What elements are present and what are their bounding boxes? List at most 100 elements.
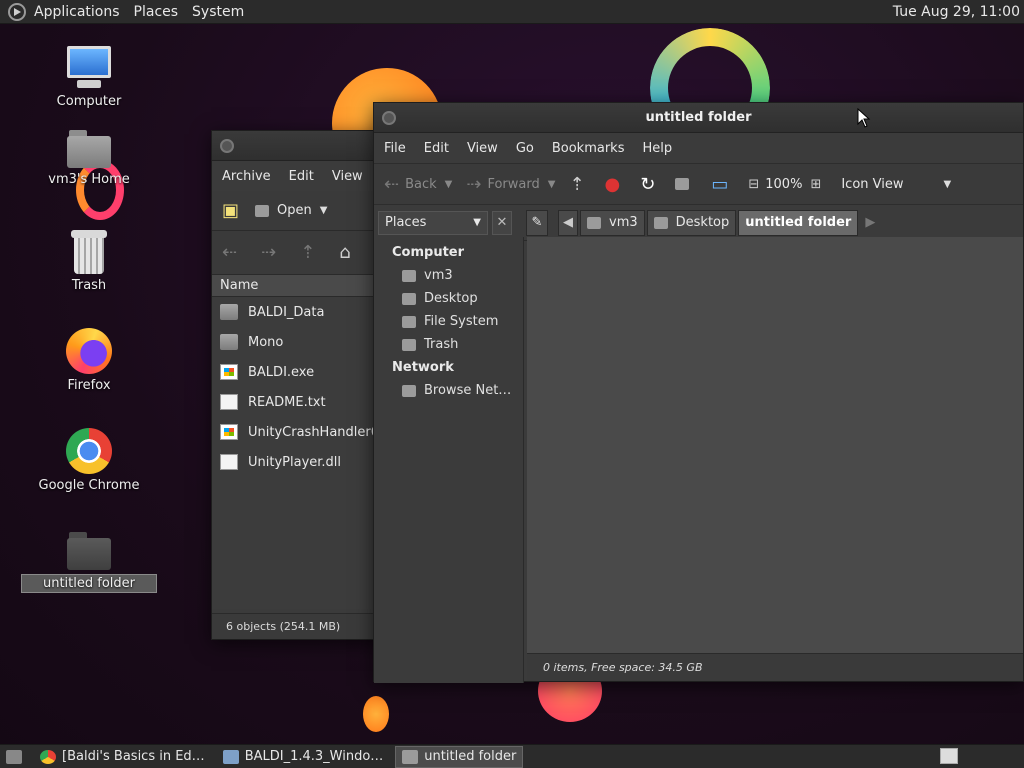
- home-folder-icon: [587, 216, 601, 229]
- chevron-down-icon[interactable]: ▼: [944, 179, 952, 190]
- file-manager-menubar: File Edit View Go Bookmarks Help: [374, 133, 1023, 163]
- sidebar-item-browse-network[interactable]: Browse Net…: [374, 379, 523, 402]
- file-name: UnityPlayer.dll: [248, 454, 342, 470]
- back-button[interactable]: ⇠ Back ▼: [384, 174, 452, 195]
- executable-icon: [220, 364, 238, 380]
- file-name: README.txt: [248, 394, 326, 410]
- desktop-icon-untitled-folder[interactable]: untitled folder: [21, 532, 157, 593]
- sidebar-item-label: Trash: [424, 337, 459, 352]
- sidebar-item-trash[interactable]: Trash: [374, 333, 523, 356]
- sidebar-item-vm3[interactable]: vm3: [374, 264, 523, 287]
- open-label: Open: [277, 203, 312, 218]
- trash-icon: [71, 230, 107, 274]
- up-icon[interactable]: ⇡: [300, 242, 315, 263]
- menu-view[interactable]: View: [467, 141, 498, 156]
- show-desktop-button[interactable]: [0, 746, 34, 768]
- home-icon[interactable]: ⌂: [339, 242, 350, 263]
- folder-content-area[interactable]: [527, 237, 1023, 655]
- computer-icon: [65, 46, 113, 90]
- close-sidebar-icon[interactable]: ✕: [492, 210, 512, 235]
- folder-icon: [402, 749, 419, 764]
- taskbar-item-label: [Baldi's Basics in Ed…: [62, 749, 205, 764]
- archive-icon: [222, 749, 239, 764]
- desktop-icon-firefox[interactable]: Firefox: [24, 328, 154, 393]
- breadcrumb-label: Desktop: [675, 215, 730, 230]
- taskbar-item-chrome[interactable]: [Baldi's Basics in Ed…: [34, 746, 211, 768]
- back-icon[interactable]: ⇠: [222, 242, 237, 263]
- desktop-folder-icon: [402, 292, 416, 305]
- breadcrumb-untitled-folder[interactable]: untitled folder: [738, 209, 859, 236]
- zoom-in-icon[interactable]: ⊞: [810, 177, 821, 192]
- desktop-icon-label: Computer: [56, 94, 122, 109]
- desktop-icon-chrome[interactable]: Google Chrome: [24, 428, 154, 493]
- taskbar-item-archive[interactable]: BALDI_1.4.3_Windo…: [217, 746, 390, 768]
- breadcrumb-label: untitled folder: [745, 215, 852, 230]
- desktop-icon-home[interactable]: vm3's Home: [24, 130, 154, 187]
- sidebar-item-label: File System: [424, 314, 499, 329]
- menu-view[interactable]: View: [332, 169, 363, 184]
- desktop-icon-computer[interactable]: Computer: [24, 46, 154, 109]
- zoom-control[interactable]: ⊟ 100% ⊞: [748, 177, 827, 192]
- breadcrumb-right-icon[interactable]: ▶: [860, 210, 880, 236]
- breadcrumb-left-icon[interactable]: ◀: [558, 209, 578, 236]
- sidebar-item-label: vm3: [424, 268, 453, 283]
- menu-help[interactable]: Help: [642, 141, 672, 156]
- menu-edit[interactable]: Edit: [424, 141, 449, 156]
- forward-icon: ⇢: [466, 173, 482, 195]
- places-label: Places: [385, 215, 427, 230]
- taskbar-item-label: BALDI_1.4.3_Windo…: [244, 749, 384, 764]
- sidebar-item-desktop[interactable]: Desktop: [374, 287, 523, 310]
- desktop-icon-label: vm3's Home: [48, 172, 130, 187]
- sidebar-header-network: Network: [392, 360, 454, 375]
- location-bar: Places ▼ ✕ ✎ ◀ vm3 Desktop untitled fold…: [374, 205, 1023, 241]
- breadcrumb-vm3[interactable]: vm3: [580, 209, 645, 236]
- desktop-icon-label: Google Chrome: [38, 478, 140, 493]
- stop-button[interactable]: ●: [605, 174, 627, 195]
- up-button[interactable]: ⇡: [569, 174, 590, 195]
- menu-edit[interactable]: Edit: [289, 169, 314, 184]
- workspace-switcher-icon[interactable]: [940, 748, 958, 764]
- taskbar-item-label: untitled folder: [424, 749, 517, 764]
- menu-archive[interactable]: Archive: [222, 169, 271, 184]
- drive-icon: [402, 315, 416, 328]
- reload-icon: ↻: [640, 173, 656, 195]
- desktop-icon-trash[interactable]: Trash: [24, 230, 154, 293]
- menu-go[interactable]: Go: [516, 141, 534, 156]
- window-menu-icon[interactable]: [220, 139, 234, 153]
- places-menu[interactable]: Places: [134, 4, 179, 20]
- places-select[interactable]: Places ▼: [378, 210, 488, 235]
- window-titlebar[interactable]: untitled folder: [374, 103, 1023, 133]
- edit-location-icon[interactable]: ✎: [526, 209, 548, 236]
- system-menu[interactable]: System: [192, 4, 244, 20]
- home-button[interactable]: [675, 178, 697, 190]
- chevron-down-icon[interactable]: ▼: [320, 205, 328, 216]
- chevron-down-icon[interactable]: ▼: [445, 179, 453, 190]
- zoom-out-icon[interactable]: ⊟: [748, 177, 759, 192]
- folder-icon: [220, 304, 238, 320]
- home-folder-icon: [675, 178, 690, 190]
- top-panel: Applications Places System Tue Aug 29, 1…: [0, 0, 1024, 24]
- breadcrumb-label: vm3: [609, 215, 638, 230]
- computer-button[interactable]: ▭: [711, 174, 734, 195]
- view-mode-select[interactable]: Icon View ▼: [841, 177, 951, 192]
- reload-button[interactable]: ↻: [640, 174, 661, 195]
- wallpaper-shape: [363, 696, 389, 732]
- panel-clock[interactable]: Tue Aug 29, 11:00: [893, 4, 1020, 20]
- breadcrumb-desktop[interactable]: Desktop: [646, 209, 737, 236]
- back-label: Back: [405, 176, 437, 192]
- trash-icon: [402, 338, 416, 351]
- applications-menu[interactable]: Applications: [34, 4, 120, 20]
- forward-button[interactable]: ⇢ Forward ▼: [466, 174, 555, 195]
- sidebar-item-label: Browse Net…: [424, 383, 512, 398]
- sidebar-item-filesystem[interactable]: File System: [374, 310, 523, 333]
- distro-logo-icon[interactable]: [8, 2, 26, 21]
- new-archive-icon[interactable]: ▣: [222, 200, 239, 221]
- forward-icon[interactable]: ⇢: [261, 242, 276, 263]
- folder-icon: [67, 532, 111, 570]
- taskbar-item-untitled-folder[interactable]: untitled folder: [395, 745, 524, 768]
- open-button[interactable]: Open ▼: [255, 203, 327, 218]
- menu-bookmarks[interactable]: Bookmarks: [552, 141, 625, 156]
- menu-file[interactable]: File: [384, 141, 406, 156]
- chrome-icon: [40, 749, 56, 764]
- chevron-down-icon[interactable]: ▼: [548, 179, 556, 190]
